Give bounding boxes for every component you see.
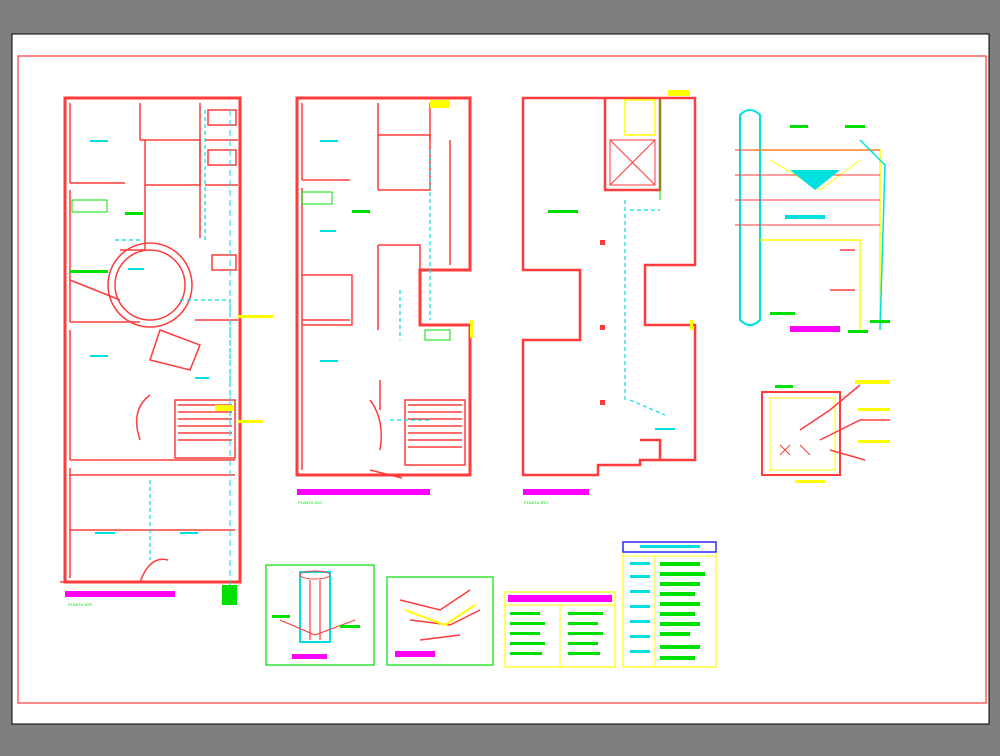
- plan-1-title-bar: [65, 591, 175, 597]
- plan-2-title: PLANTA 2DO: [298, 500, 322, 505]
- plan-1-title: PLANTA 1ER: [68, 602, 92, 607]
- plan-3-title: PLANTA 3RO: [524, 500, 548, 505]
- cad-drawing: PLANTA 1ER PLANTA 2DO PLANTA 3RO: [11, 33, 990, 725]
- cad-sheet: PLANTA 1ER PLANTA 2DO PLANTA 3RO: [0, 0, 1000, 751]
- plan-2-title-bar: [297, 489, 430, 495]
- plan-3-title-bar: [523, 489, 589, 495]
- paper-sheet: [11, 33, 990, 725]
